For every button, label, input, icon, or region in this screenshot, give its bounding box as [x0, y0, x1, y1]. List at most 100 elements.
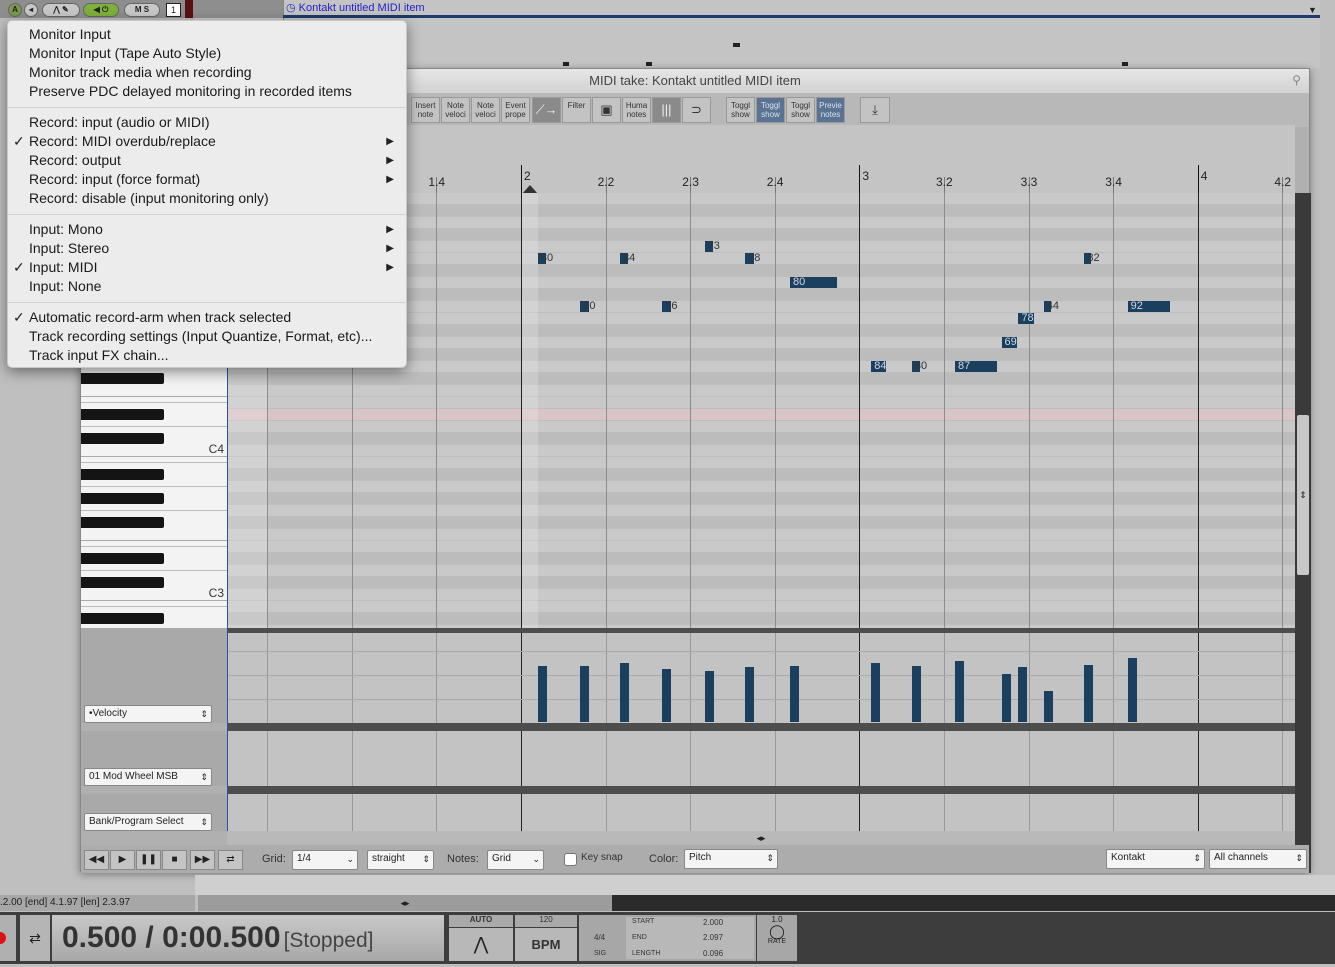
pitch-row[interactable]: [227, 372, 1295, 384]
lane-divider[interactable]: [227, 786, 1295, 794]
toolbar-button[interactable]: Insert note: [411, 97, 440, 123]
velocity-lane[interactable]: [227, 633, 1295, 723]
record-arm-button[interactable]: A: [8, 3, 22, 17]
pitch-row[interactable]: [227, 444, 1295, 456]
record-button[interactable]: [0, 915, 16, 961]
bpm-button[interactable]: BPM: [515, 928, 577, 961]
velocity-bar[interactable]: [1084, 664, 1094, 722]
rate-panel[interactable]: 1.0 ◯ RATE: [757, 915, 797, 961]
toolbar-button[interactable]: ⊃: [682, 97, 711, 123]
toolbar-button[interactable]: Event prope: [501, 97, 530, 123]
black-key[interactable]: [81, 433, 164, 444]
black-key[interactable]: [81, 493, 164, 504]
velocity-bar[interactable]: [662, 668, 672, 722]
toolbar-button[interactable]: Previe notes: [816, 97, 845, 123]
velocity-bar[interactable]: [1127, 657, 1137, 722]
channel-target-select[interactable]: Kontakt ⇕: [1106, 849, 1205, 869]
black-key[interactable]: [81, 577, 164, 588]
pitch-row[interactable]: [227, 468, 1295, 480]
midi-item[interactable]: [283, 0, 1320, 68]
mute-solo-buttons[interactable]: M S: [124, 3, 160, 17]
pitch-row[interactable]: [227, 408, 1295, 420]
repeat-button[interactable]: ⇄: [218, 850, 243, 870]
pitch-row[interactable]: [227, 504, 1295, 516]
monitor-icon[interactable]: ◂: [24, 3, 38, 17]
velocity-bar[interactable]: [1001, 673, 1011, 722]
velocity-bar[interactable]: [1043, 691, 1053, 722]
menu-item[interactable]: Monitor track media when recording: [8, 64, 406, 83]
pitch-row[interactable]: [227, 384, 1295, 396]
sig-value[interactable]: 4/4: [594, 933, 605, 942]
cc-lane-select[interactable]: Bank/Program Select ⇕: [84, 813, 212, 831]
pitch-row[interactable]: [227, 552, 1295, 564]
velocity-bar[interactable]: [619, 663, 629, 722]
scroll-thumb[interactable]: ⇕: [1297, 415, 1309, 575]
pitch-row[interactable]: [227, 564, 1295, 576]
envelope-fx-buttons[interactable]: ⋀ ✎: [42, 3, 80, 17]
pitch-row[interactable]: [227, 516, 1295, 528]
grid-select[interactable]: 1/4 ⌄: [292, 850, 358, 870]
lane-divider[interactable]: [227, 723, 1295, 731]
toolbar-button[interactable]: Filter: [562, 97, 591, 123]
toolbar-button[interactable]: Huma notes: [622, 97, 651, 123]
velocity-bar[interactable]: [1018, 667, 1028, 722]
notes-select[interactable]: Grid ⌄: [487, 850, 544, 870]
toolbar-button[interactable]: Toggl show: [786, 97, 815, 123]
pause-button[interactable]: ❚❚: [136, 850, 161, 870]
velocity-bar[interactable]: [745, 667, 755, 722]
black-key[interactable]: [81, 517, 164, 528]
swing-select[interactable]: straight ⇕: [367, 850, 434, 870]
repeat-toggle[interactable]: ⇄: [20, 915, 50, 961]
menu-item[interactable]: Input: Stereo ▶: [8, 240, 406, 259]
menu-item[interactable]: Track recording settings (Input Quantize…: [8, 328, 406, 347]
velocity-bar[interactable]: [871, 663, 881, 722]
menu-item[interactable]: Record: output ▶: [8, 152, 406, 171]
menu-item[interactable]: Monitor Input: [8, 26, 406, 45]
menu-item[interactable]: Record: input (force format) ▶: [8, 171, 406, 190]
toolbar-button[interactable]: Note veloci: [441, 97, 470, 123]
toolbar-button[interactable]: ⟋→: [532, 97, 561, 123]
pitch-row[interactable]: [227, 600, 1295, 612]
mod-wheel-lane[interactable]: [227, 731, 1295, 786]
menu-item[interactable]: ✓ Record: MIDI overdub/replace ▶: [8, 133, 406, 152]
menu-item[interactable]: Monitor Input (Tape Auto Style): [8, 45, 406, 64]
velocity-bar[interactable]: [580, 666, 590, 722]
menu-item[interactable]: ✓ Input: MIDI ▶: [8, 259, 406, 278]
toolbar-button[interactable]: |||: [652, 97, 681, 123]
key-snap-checkbox[interactable]: [564, 853, 577, 866]
bank-program-lane[interactable]: [227, 794, 1295, 831]
toolbar-button[interactable]: ⤓: [860, 97, 890, 123]
channels-select[interactable]: All channels ⇕: [1209, 849, 1307, 869]
horizontal-scrollbar[interactable]: ◂▸: [227, 831, 1295, 845]
pitch-row[interactable]: [227, 576, 1295, 588]
cc-lane-select[interactable]: 01 Mod Wheel MSB ⇕: [84, 768, 212, 786]
pitch-row[interactable]: [227, 420, 1295, 432]
pitch-row[interactable]: [227, 540, 1295, 552]
pitch-row[interactable]: [227, 480, 1295, 492]
start-value[interactable]: 2.000: [703, 918, 723, 927]
velocity-bar[interactable]: [537, 666, 547, 722]
menu-item[interactable]: Record: disable (input monitoring only): [8, 190, 406, 209]
toolbar-button[interactable]: Toggl show: [756, 97, 785, 123]
pitch-row[interactable]: [227, 528, 1295, 540]
forward-button[interactable]: ▶▶: [190, 850, 215, 870]
pitch-row[interactable]: [227, 396, 1295, 408]
automation-icon[interactable]: ⋀: [449, 928, 513, 961]
color-select[interactable]: Pitch ⇕: [684, 849, 778, 869]
black-key[interactable]: [81, 373, 164, 384]
velocity-bar[interactable]: [790, 666, 800, 722]
pitch-row[interactable]: [227, 456, 1295, 468]
black-key[interactable]: [81, 409, 164, 420]
toolbar-button[interactable]: Toggl show: [726, 97, 755, 123]
arrange-hscroll[interactable]: ◂▸: [198, 895, 612, 911]
pin-icon[interactable]: ⚲: [1292, 73, 1301, 87]
item-dropdown-icon[interactable]: ▼: [1308, 5, 1317, 15]
cc-lane-select[interactable]: •Velocity ⇕: [84, 705, 212, 723]
vertical-scrollbar[interactable]: ⇕: [1295, 193, 1311, 873]
pitch-row[interactable]: [227, 588, 1295, 600]
menu-item[interactable]: Input: Mono ▶: [8, 221, 406, 240]
stop-button[interactable]: ■: [162, 850, 187, 870]
black-key[interactable]: [81, 553, 164, 564]
menu-item[interactable]: Input: None: [8, 278, 406, 297]
rate-knob-icon[interactable]: ◯: [757, 924, 797, 938]
